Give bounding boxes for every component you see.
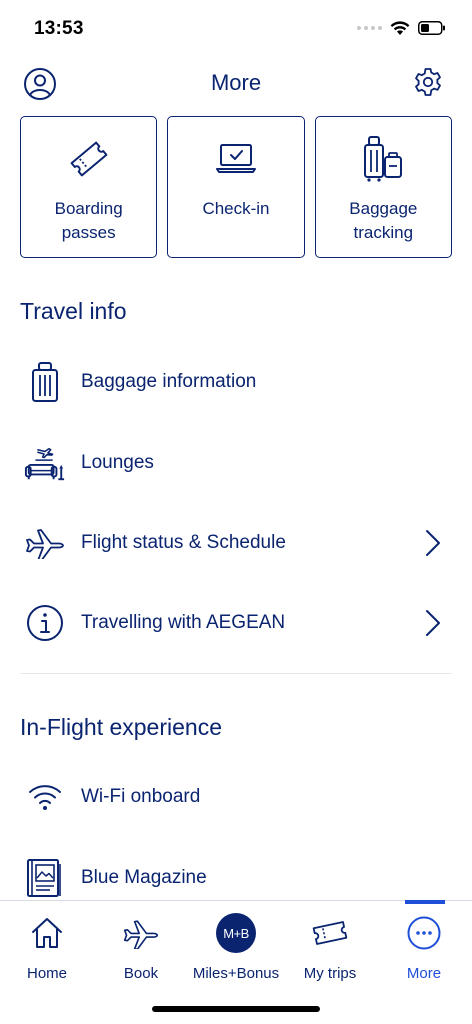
tab-label: Home [26,965,67,982]
wifi-icon [29,785,61,810]
wifi-status-icon [390,21,410,35]
list-item-travelling-with-aegean[interactable]: Travelling with AEGEAN [0,593,472,653]
gear-icon [415,68,441,96]
quick-action-label: Baggage tracking [349,199,418,242]
list-item-flight-status[interactable]: Flight status & Schedule [0,513,472,573]
section-title-inflight: In-Flight experience [20,714,222,740]
list-item-baggage-information[interactable]: Baggage information [0,352,472,412]
ticket-icon [70,141,108,177]
tab-miles-bonus[interactable]: M+B Miles+Bonus [190,913,282,993]
status-indicators [357,20,446,36]
quick-action-label: Boarding passes [54,199,123,242]
list-item-wifi-onboard[interactable]: Wi-Fi onboard [0,767,472,827]
home-icon [32,918,62,948]
list-item-label: Baggage information [81,371,257,392]
list-item-label: Lounges [81,452,154,473]
section-title-travel-info: Travel info [20,298,127,324]
battery-icon [418,21,445,35]
ticket-icon [312,921,348,945]
quick-action-label: Check-in [202,199,270,218]
list-item-label: Flight status & Schedule [81,532,286,553]
list-item-blue-magazine[interactable]: Blue Magazine [0,848,472,908]
boarding-passes-card[interactable]: Boarding passes [20,116,158,258]
tab-label: Book [123,965,159,982]
tab-label: My trips [303,965,357,982]
tab-my-trips[interactable]: My trips [284,913,376,993]
list-item-lounges[interactable]: Lounges [0,433,472,493]
list-item-label: Blue Magazine [81,867,207,888]
tab-label: Miles+Bonus [192,965,280,982]
tab-label: More [406,965,442,982]
section-divider [20,673,452,674]
lounge-sofa-icon [24,447,65,481]
suitcase-icon [32,362,58,402]
chevron-right-icon [426,530,440,556]
laptop-check-icon [215,144,256,173]
chevron-right-icon [426,610,440,636]
check-in-card[interactable]: Check-in [167,116,305,258]
quick-actions: Boarding passes Check-in Baggage trackin… [20,116,452,258]
baggage-tracking-card[interactable]: Baggage tracking [314,116,452,258]
status-bar: 13:53 [0,0,472,58]
tab-book[interactable]: Book [95,913,187,993]
plane-icon [123,920,159,949]
luggage-tracking-icon [364,136,403,182]
info-icon [27,605,63,641]
plane-icon [26,529,64,559]
miles-bonus-badge: M+B [216,913,256,953]
list-item-label: Travelling with AEGEAN [81,612,286,633]
tab-more[interactable]: More [378,913,470,993]
settings-button[interactable] [412,66,444,98]
cellular-signal-icon [357,26,382,30]
active-tab-indicator [405,900,445,904]
tab-home[interactable]: Home [1,913,93,993]
magazine-icon [27,859,61,897]
more-dots-icon [407,916,441,950]
home-indicator [152,1006,320,1012]
page-title: More [210,70,262,95]
header: More [0,62,472,106]
list-item-label: Wi-Fi onboard [81,786,201,807]
status-time: 13:53 [34,18,84,39]
